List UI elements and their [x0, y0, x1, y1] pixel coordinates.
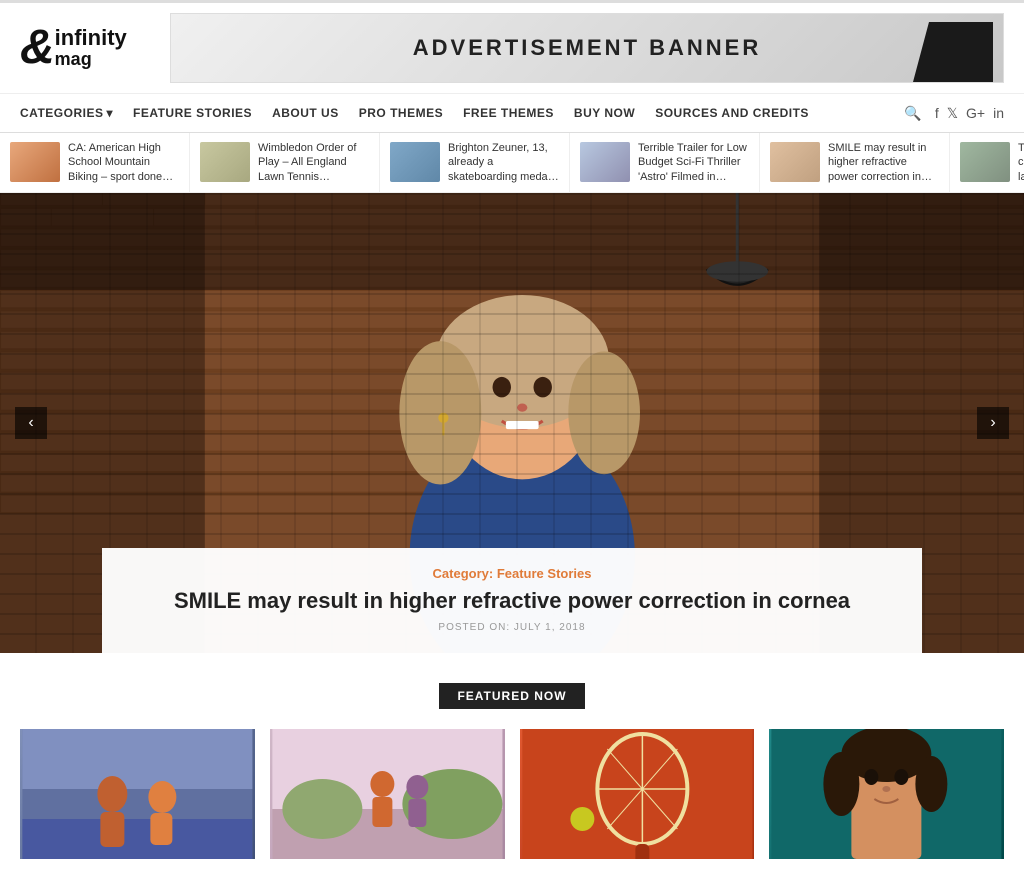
ticker-strip: CA: American High School Mountain Biking…	[0, 133, 1024, 193]
hero-category-link[interactable]: Feature Stories	[497, 566, 592, 581]
ticker-thumb-6	[960, 142, 1010, 182]
featured-card-bg-2	[270, 729, 505, 859]
google-plus-icon[interactable]: G+	[966, 105, 985, 121]
logo[interactable]: & infinity mag	[20, 24, 150, 72]
hero-slider: ‹ › Category: Feature Stories SMILE may …	[0, 193, 1024, 653]
featured-card-bg-4	[769, 729, 1004, 859]
ticker-title-5: SMILE may result in higher refractive po…	[828, 141, 939, 184]
nav-item-pro-themes[interactable]: PRO THEMES	[349, 94, 453, 132]
facebook-icon[interactable]: f	[935, 105, 939, 121]
ticker-item-5[interactable]: SMILE may result in higher refractive po…	[760, 133, 950, 192]
hero-title[interactable]: SMILE may result in higher refractive po…	[132, 587, 892, 616]
featured-svg-2	[270, 729, 505, 859]
nav-item-about-us[interactable]: ABOUT US	[262, 94, 349, 132]
twitter-icon[interactable]: 𝕏	[947, 105, 958, 122]
featured-badge: Featured Now	[439, 683, 584, 709]
nav-item-buy-now[interactable]: BUY NOW	[564, 94, 645, 132]
ticker-title-4: Terrible Trailer for Low Budget Sci-Fi T…	[638, 141, 749, 184]
featured-svg-1	[20, 729, 255, 859]
ticker-title-3: Brighton Zeuner, 13, already a skateboar…	[448, 141, 559, 184]
nav-item-sources-credits[interactable]: SOURCES AND CREDITS	[645, 94, 819, 132]
ticker-title-2: Wimbledon Order of Play – All England La…	[258, 141, 369, 184]
featured-header: Featured Now	[20, 683, 1004, 709]
nav-social: 🔍 f 𝕏 G+ in	[889, 105, 1014, 122]
ticker-thumb-1	[10, 142, 60, 182]
hero-category: Category: Feature Stories	[132, 566, 892, 581]
ticker-thumb-2	[200, 142, 250, 182]
featured-svg-4	[769, 729, 1004, 859]
hero-date: POSTED ON: JULY 1, 2018	[132, 622, 892, 633]
ad-banner-decor	[913, 22, 993, 82]
ticker-item-4[interactable]: Terrible Trailer for Low Budget Sci-Fi T…	[570, 133, 760, 192]
logo-text: infinity mag	[55, 26, 127, 70]
featured-card-bg-1	[20, 729, 255, 859]
ad-banner-text: ADVERTISEMENT BANNER	[413, 35, 761, 61]
nav-items: CATEGORIES ▾ FEATURE STORIES ABOUT US PR…	[10, 94, 889, 132]
featured-section: Featured Now	[0, 653, 1024, 869]
ticker-item-3[interactable]: Brighton Zeuner, 13, already a skateboar…	[380, 133, 570, 192]
hero-caption: Category: Feature Stories SMILE may resu…	[102, 548, 922, 653]
logo-ampersand: &	[20, 24, 55, 72]
header: & infinity mag ADVERTISEMENT BANNER 🌿	[0, 3, 1024, 94]
featured-svg-3	[520, 729, 755, 859]
nav-item-feature-stories[interactable]: FEATURE STORIES	[123, 94, 262, 132]
ticker-title-1: CA: American High School Mountain Biking…	[68, 141, 179, 184]
ad-banner: ADVERTISEMENT BANNER 🌿	[170, 13, 1004, 83]
featured-card-1[interactable]	[20, 729, 255, 859]
chevron-down-icon: ▾	[106, 106, 113, 120]
featured-card-3[interactable]	[520, 729, 755, 859]
featured-card-4[interactable]	[769, 729, 1004, 859]
hero-prev-button[interactable]: ‹	[15, 407, 47, 439]
search-icon[interactable]: 🔍	[899, 105, 926, 122]
featured-card-2[interactable]	[270, 729, 505, 859]
ticker-item-6[interactable]: Travel to Minnesota cabin is met with la…	[950, 133, 1024, 192]
linkedin-icon[interactable]: in	[993, 105, 1004, 121]
navigation: CATEGORIES ▾ FEATURE STORIES ABOUT US PR…	[0, 94, 1024, 133]
nav-item-free-themes[interactable]: FREE THEMES	[453, 94, 564, 132]
hero-next-button[interactable]: ›	[977, 407, 1009, 439]
featured-card-bg-3	[520, 729, 755, 859]
ticker-thumb-3	[390, 142, 440, 182]
nav-item-categories[interactable]: CATEGORIES ▾	[10, 94, 123, 132]
featured-grid	[20, 729, 1004, 859]
ticker-title-6: Travel to Minnesota cabin is met with la…	[1018, 141, 1024, 184]
ticker-thumb-4	[580, 142, 630, 182]
ticker-thumb-5	[770, 142, 820, 182]
ticker-item-2[interactable]: Wimbledon Order of Play – All England La…	[190, 133, 380, 192]
ticker-item-1[interactable]: CA: American High School Mountain Biking…	[0, 133, 190, 192]
